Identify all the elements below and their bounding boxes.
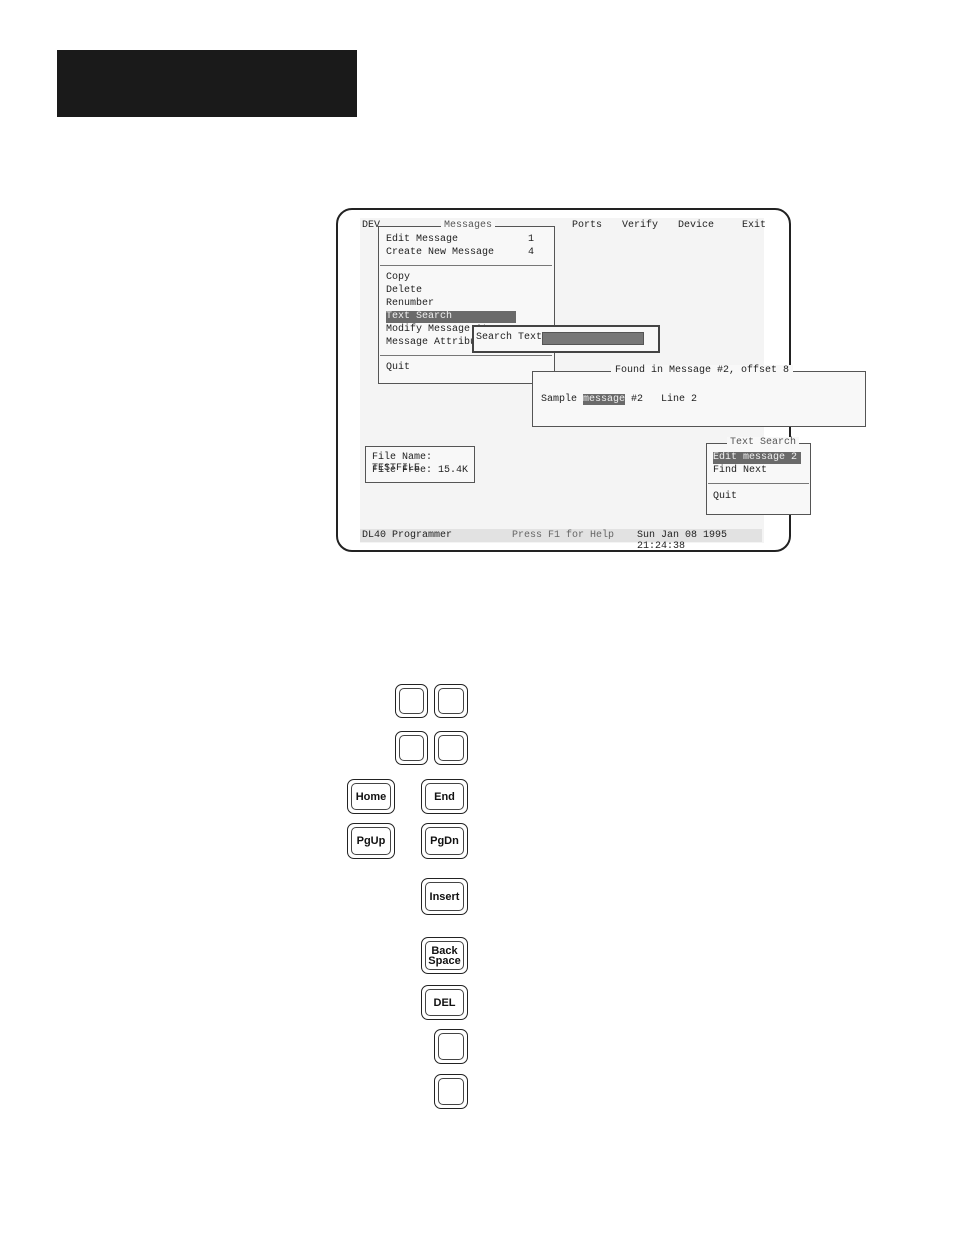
page-down-key-icon: PgDn xyxy=(421,823,468,859)
messages-menu: Messages Edit Message 1 Create New Messa… xyxy=(378,220,555,384)
menu-item-edit-message-2[interactable]: Edit message 2 xyxy=(713,452,801,464)
page-up-key-icon: PgUp xyxy=(347,823,395,859)
search-text-label: Search Text: xyxy=(476,332,549,343)
menu-item-count: 4 xyxy=(528,247,535,258)
file-free: File Free: 15.4K xyxy=(372,465,469,476)
result-match-highlight: message xyxy=(583,394,626,405)
down-arrow-key-icon xyxy=(434,731,468,765)
status-app-name: DL40 Programmer xyxy=(362,530,453,541)
result-text: #2 Line 2 xyxy=(625,394,698,405)
menu-item-create-new-message[interactable]: Create New Message 4 xyxy=(386,247,546,259)
home-key-icon: Home xyxy=(347,779,395,814)
menu-item-count: 1 xyxy=(528,234,535,245)
blank-key-icon xyxy=(434,1074,468,1109)
backspace-key-icon: Back Space xyxy=(421,937,468,974)
search-text-input[interactable] xyxy=(542,332,644,345)
menu-item-find-next[interactable]: Find Next xyxy=(713,465,767,477)
result-text: Sample xyxy=(541,394,584,405)
status-help-hint: Press F1 for Help xyxy=(512,530,615,541)
menu-item-label: Create New Message xyxy=(386,247,495,258)
found-result-panel: Found in Message #2, offset 8 Sample mes… xyxy=(532,365,866,427)
text-search-menu-title: Text Search xyxy=(727,437,800,448)
key-label: Space xyxy=(428,954,461,967)
key-label: Back xyxy=(431,944,458,957)
menu-verify[interactable]: Verify xyxy=(622,220,658,231)
menu-item-text-search[interactable]: Text Search xyxy=(386,311,516,323)
status-datetime: Sun Jan 08 1995 21:24:38 xyxy=(637,530,728,552)
right-arrow-key-icon xyxy=(434,684,468,718)
menu-ports[interactable]: Ports xyxy=(572,220,602,231)
text-search-menu: Text Search Edit message 2 Find Next Qui… xyxy=(706,437,811,515)
menu-divider xyxy=(708,483,809,484)
delete-key-icon: DEL xyxy=(421,985,468,1020)
menu-item-copy[interactable]: Copy xyxy=(386,272,410,284)
status-bar: DL40 Programmer Press F1 for Help Sun Ja… xyxy=(360,529,762,552)
terminal-screen: DEV Ports Verify Device Exit Messages Ed… xyxy=(360,218,866,552)
screen-frame: DEV Ports Verify Device Exit Messages Ed… xyxy=(336,208,866,552)
found-result-line: Sample message #2 Line 2 xyxy=(541,394,697,405)
up-arrow-key-icon xyxy=(395,731,428,765)
section-header-bar xyxy=(57,50,357,117)
menu-divider xyxy=(380,355,552,356)
menu-divider xyxy=(380,265,552,266)
menu-item-edit-message[interactable]: Edit Message 1 xyxy=(386,234,546,246)
end-key-icon: End xyxy=(421,779,468,814)
menu-device[interactable]: Device xyxy=(678,220,714,231)
menu-item-delete[interactable]: Delete xyxy=(386,285,422,297)
found-result-title: Found in Message #2, offset 8 xyxy=(611,365,794,376)
file-info-box: File Name: TESTFILE File Free: 15.4K xyxy=(365,446,475,483)
menu-item-renumber[interactable]: Renumber xyxy=(386,298,434,310)
menu-item-label: Edit Message xyxy=(386,234,459,245)
search-text-dialog: Search Text: xyxy=(472,325,660,353)
menu-exit[interactable]: Exit xyxy=(742,220,766,231)
blank-key-icon xyxy=(434,1029,468,1064)
messages-menu-title: Messages xyxy=(441,220,496,231)
left-arrow-key-icon xyxy=(395,684,428,718)
menu-item-quit[interactable]: Quit xyxy=(713,491,737,503)
insert-key-icon: Insert xyxy=(421,878,468,915)
menu-item-quit[interactable]: Quit xyxy=(386,362,410,374)
